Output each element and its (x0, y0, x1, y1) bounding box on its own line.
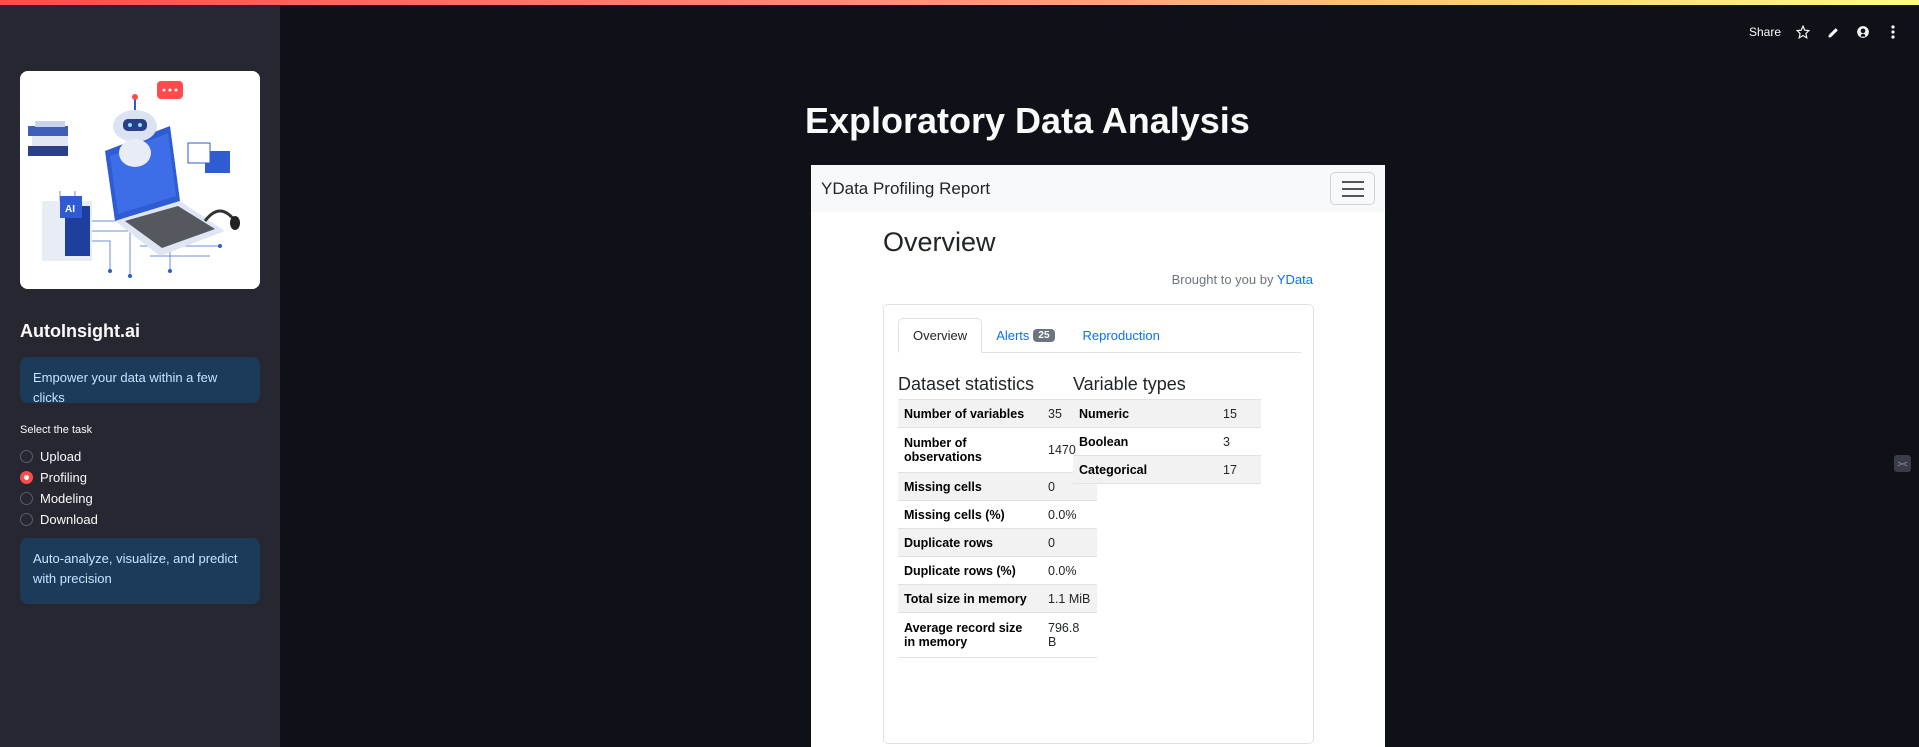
stat-value: 0.0% (1042, 556, 1097, 585)
star-icon[interactable] (1795, 24, 1811, 40)
tab-label: Alerts (996, 328, 1030, 343)
header-actions: Share (1749, 24, 1901, 40)
tab-reproduction[interactable]: Reproduction (1069, 318, 1174, 353)
stat-key: Number of variables (898, 399, 1042, 428)
overview-heading: Overview (883, 227, 996, 257)
tab-alerts[interactable]: Alerts 25 (982, 318, 1068, 353)
stat-key: Missing cells (%) (898, 500, 1042, 529)
sidebar: AI AutoInsight.ai Empower your data with… (0, 5, 280, 747)
top-decoration-stripe (0, 0, 1919, 5)
radio-button[interactable] (20, 450, 33, 463)
task-select-label: Select the task (20, 424, 93, 436)
tab-label: Overview (913, 328, 968, 343)
table-row: Duplicate rows 0 (898, 528, 1097, 557)
stat-key: Number of observations (898, 427, 1042, 473)
task-radio-upload[interactable]: Upload (20, 449, 81, 464)
stat-value: 0 (1042, 528, 1097, 557)
table-row: Numeric 15 (1073, 399, 1261, 428)
app-name: AutoInsight.ai (20, 321, 140, 341)
table-row: Number of observations 1470 (898, 427, 1097, 473)
stat-key: Average record size in memory (898, 612, 1042, 658)
tagline-info-box: Empower your data within a few clicks (20, 357, 260, 405)
stat-value: 0.0% (1042, 500, 1097, 529)
description-text: Auto-analyze, visualize, and predict wit… (33, 551, 238, 586)
type-key: Numeric (1073, 399, 1217, 428)
brought-by-text: Brought to you by YData (1172, 272, 1313, 287)
overview-card: Overview Alerts 25 Reproduction Dataset … (883, 304, 1314, 744)
table-row: Number of variables 35 (898, 399, 1097, 428)
task-radio-label: Upload (40, 449, 82, 464)
more-vert-icon[interactable] (1885, 24, 1901, 40)
table-row: Missing cells 0 (898, 472, 1097, 501)
task-radio-modeling[interactable]: Modeling (20, 491, 93, 506)
variable-types-title: Variable types (1073, 374, 1186, 394)
tab-overview[interactable]: Overview (898, 318, 983, 353)
radio-button[interactable] (20, 492, 33, 505)
stat-key: Duplicate rows (898, 528, 1042, 557)
type-key: Categorical (1073, 455, 1217, 484)
page-title: Exploratory Data Analysis (805, 100, 1250, 141)
tagline-text: Empower your data within a few clicks (33, 370, 218, 405)
task-radio-profiling[interactable]: Profiling (20, 470, 87, 485)
table-row: Duplicate rows (%) 0.0% (898, 556, 1097, 585)
description-info-box: Auto-analyze, visualize, and predict wit… (20, 538, 260, 604)
task-radio-label: Profiling (40, 470, 87, 485)
type-value: 17 (1217, 455, 1261, 484)
stat-value: 796.8 B (1042, 612, 1097, 658)
report-navbar: YData Profiling Report (811, 165, 1385, 212)
task-radio-label: Modeling (40, 491, 93, 506)
radio-button[interactable] (20, 513, 33, 526)
alerts-count-badge: 25 (1033, 329, 1055, 342)
stat-key: Duplicate rows (%) (898, 556, 1042, 585)
type-value: 15 (1217, 399, 1261, 428)
github-icon[interactable] (1855, 24, 1871, 40)
radio-button-selected[interactable] (20, 471, 33, 484)
task-radio-download[interactable]: Download (20, 512, 98, 527)
table-row: Categorical 17 (1073, 455, 1261, 484)
tab-label: Reproduction (1082, 328, 1160, 343)
table-row: Total size in memory 1.1 MiB (898, 584, 1097, 613)
task-radio-label: Download (40, 512, 98, 527)
stat-key: Total size in memory (898, 584, 1042, 613)
report-brand[interactable]: YData Profiling Report (821, 179, 990, 199)
sidebar-hero-image: AI (20, 71, 260, 289)
type-key: Boolean (1073, 427, 1217, 456)
type-value: 3 (1217, 427, 1261, 456)
brought-prefix: Brought to you by (1171, 272, 1274, 287)
table-row: Boolean 3 (1073, 427, 1261, 456)
ydata-link[interactable]: YData (1277, 272, 1313, 287)
share-button[interactable]: Share (1749, 25, 1781, 39)
dataset-statistics-table: Number of variables 35 Number of observat… (898, 399, 1097, 658)
svg-text:AI: AI (65, 204, 75, 215)
edit-icon[interactable] (1825, 24, 1841, 40)
menu-toggle-icon[interactable] (1330, 172, 1375, 205)
profiling-report-frame: YData Profiling Report Overview Brought … (811, 165, 1385, 747)
table-row: Average record size in memory 796.8 B (898, 612, 1097, 658)
report-tabs: Overview Alerts 25 Reproduction (898, 318, 1301, 353)
variable-types-table: Numeric 15 Boolean 3 Categorical 17 (1073, 399, 1261, 484)
collapse-handle-icon[interactable]: >< (1894, 455, 1911, 472)
stat-key: Missing cells (898, 472, 1042, 501)
dataset-statistics-title: Dataset statistics (898, 374, 1035, 394)
stat-value: 1.1 MiB (1042, 584, 1097, 613)
ai-laptop-illustration: AI (20, 71, 260, 289)
table-row: Missing cells (%) 0.0% (898, 500, 1097, 529)
